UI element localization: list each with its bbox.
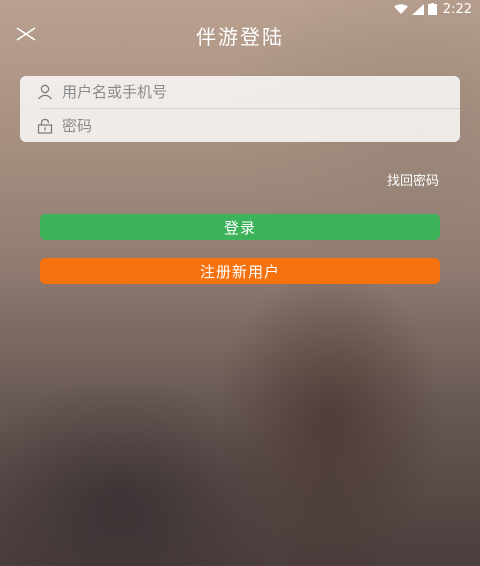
login-form [20, 76, 460, 142]
password-input[interactable] [60, 116, 424, 136]
page-title: 伴游登陆 [196, 24, 284, 49]
close-icon [16, 27, 36, 41]
username-field-row [20, 76, 460, 108]
register-button[interactable]: 注册新用户 [40, 258, 440, 284]
status-time: 2:22 [442, 1, 472, 17]
field-divider [40, 108, 460, 109]
status-bar: 2:22 [0, 0, 480, 18]
app-header: 伴游登陆 [0, 18, 480, 52]
username-input[interactable] [60, 82, 424, 102]
forgot-password-link[interactable]: 找回密码 [387, 170, 439, 189]
login-button[interactable]: 登录 [40, 214, 440, 240]
signal-icon [411, 3, 424, 15]
battery-icon [427, 3, 437, 15]
password-field-row [20, 110, 460, 142]
lock-icon [36, 117, 54, 135]
close-button[interactable] [14, 22, 38, 46]
wifi-icon [393, 3, 408, 14]
status-icons [393, 3, 437, 15]
user-icon [36, 83, 54, 101]
